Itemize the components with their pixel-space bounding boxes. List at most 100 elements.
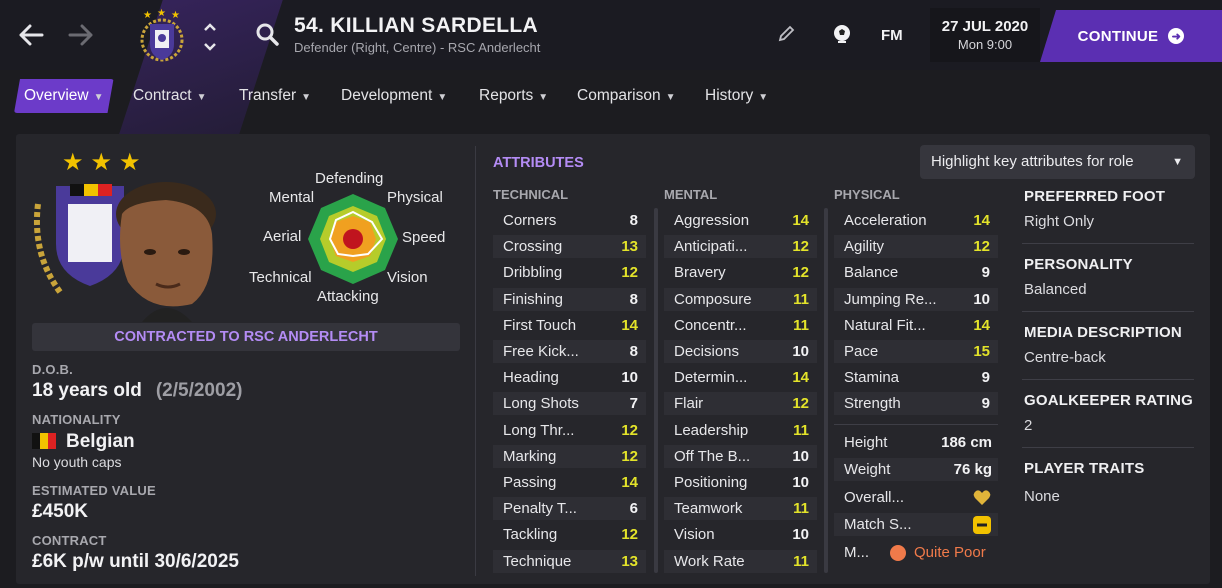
contract-value: £6K p/w until 30/6/2025: [32, 551, 239, 572]
forward-button[interactable]: [64, 18, 98, 52]
sharpness-icon: [973, 516, 991, 534]
attribute-row[interactable]: Tackling 12: [493, 523, 646, 546]
attribute-value: 12: [621, 264, 638, 282]
star-icon: ★: [90, 149, 113, 176]
edit-button[interactable]: [776, 24, 796, 49]
height-row: Height 186 cm: [834, 431, 998, 454]
attribute-row[interactable]: Flair 12: [664, 392, 817, 416]
club-badge[interactable]: ★ ★ ★: [133, 6, 191, 64]
attribute-row[interactable]: Aggression 14: [664, 209, 817, 232]
attribute-name: Strength: [844, 395, 901, 413]
attribute-name: Decisions: [674, 343, 740, 360]
fm-menu-button[interactable]: FM: [881, 27, 903, 44]
attribute-row[interactable]: Free Kick... 8: [493, 340, 646, 363]
search-button[interactable]: [255, 22, 281, 48]
attribute-row[interactable]: Composure 11: [664, 287, 817, 311]
game-status-button[interactable]: [830, 22, 854, 51]
svg-text:★: ★: [171, 10, 180, 21]
technical-scrollbar[interactable]: [654, 208, 658, 573]
attribute-name: Work Rate: [674, 552, 745, 570]
attribute-value: 9: [981, 369, 990, 387]
chevron-down-icon: ▼: [665, 92, 676, 103]
attribute-row[interactable]: Pace 15: [834, 340, 998, 363]
contract-label: CONTRACT: [32, 533, 107, 548]
attribute-row[interactable]: Acceleration 14: [834, 209, 998, 232]
attribute-row[interactable]: Work Rate 11: [664, 549, 817, 573]
back-button[interactable]: [14, 18, 48, 52]
panel-divider: [475, 146, 476, 576]
attribute-name: Off The B...: [674, 447, 751, 465]
attribute-row[interactable]: Long Shots 7: [493, 392, 646, 416]
overall-condition-row[interactable]: Overall...: [834, 486, 998, 509]
attribute-row[interactable]: Finishing 8: [493, 287, 646, 311]
attribute-row[interactable]: Vision 10: [664, 523, 817, 546]
radar-label-speed: Speed: [402, 229, 446, 246]
attribute-row[interactable]: Technique 13: [493, 549, 646, 573]
chevron-down-icon: ▼: [93, 92, 104, 103]
weight-value: 76 kg: [953, 461, 992, 478]
tab-development[interactable]: Development ▼: [331, 79, 457, 113]
tab-comparison[interactable]: Comparison ▼: [567, 79, 685, 113]
attribute-row[interactable]: Decisions 10: [664, 340, 817, 363]
attribute-row[interactable]: Jumping Re... 10: [834, 287, 998, 311]
attribute-value: 14: [621, 474, 638, 491]
attribute-value: 10: [792, 447, 809, 465]
attribute-row[interactable]: Concentr... 11: [664, 314, 817, 337]
attribute-row[interactable]: Long Thr... 12: [493, 419, 646, 442]
personality-label: PERSONALITY: [1024, 256, 1133, 273]
attribute-row[interactable]: Bravery 12: [664, 261, 817, 284]
tab-contract[interactable]: Contract ▼: [123, 79, 217, 113]
attribute-value: 10: [792, 526, 809, 544]
nationality-value[interactable]: Belgian: [32, 431, 135, 453]
chevron-up-down-icon: [204, 23, 216, 51]
morale-row[interactable]: M... Quite Poor: [834, 541, 998, 564]
tab-history[interactable]: History ▼: [695, 79, 778, 113]
attribute-name: Passing: [503, 474, 557, 491]
attribute-row[interactable]: Determin... 14: [664, 366, 817, 389]
contract-status-banner[interactable]: CONTRACTED TO RSC ANDERLECHT: [32, 323, 460, 351]
physical-header: PHYSICAL: [834, 187, 900, 202]
attribute-name: Flair: [674, 395, 704, 413]
player-switch-control[interactable]: [202, 20, 218, 54]
attribute-row[interactable]: Heading 10: [493, 366, 646, 389]
continue-button[interactable]: CONTINUE ➜: [1040, 10, 1222, 62]
attribute-row[interactable]: Stamina 9: [834, 366, 998, 389]
attribute-row[interactable]: Corners 8: [493, 209, 646, 232]
attribute-row[interactable]: Positioning 10: [664, 471, 817, 494]
player-portrait: [33, 182, 216, 322]
attribute-row[interactable]: First Touch 14: [493, 314, 646, 337]
attribute-name: Aggression: [674, 212, 750, 229]
attribute-row[interactable]: Strength 9: [834, 392, 998, 416]
attribute-row[interactable]: Dribbling 12: [493, 261, 646, 284]
weight-label: Weight: [844, 461, 891, 478]
match-sharpness-row[interactable]: Match S...: [834, 513, 998, 536]
mental-scrollbar[interactable]: [824, 208, 828, 573]
attribute-row[interactable]: Leadership 11: [664, 419, 817, 442]
attribute-row[interactable]: Natural Fit... 14: [834, 314, 998, 337]
attribute-value: 12: [792, 264, 809, 282]
attribute-row[interactable]: Balance 9: [834, 261, 998, 284]
tab-overview[interactable]: Overview ▼: [14, 79, 114, 113]
tab-reports[interactable]: Reports ▼: [469, 79, 558, 113]
tab-transfer[interactable]: Transfer ▼: [229, 79, 321, 113]
attribute-row[interactable]: Agility 12: [834, 235, 998, 259]
age-value: 18 years old: [32, 380, 142, 401]
star-icon: ★: [62, 149, 84, 176]
chevron-down-icon: ▼: [758, 92, 769, 103]
attribute-row[interactable]: Off The B... 10: [664, 444, 817, 468]
attribute-name: Long Thr...: [503, 421, 575, 439]
belgium-flag-icon: [32, 433, 56, 449]
attributes-title: ATTRIBUTES: [493, 155, 584, 171]
preferred-foot-label: PREFERRED FOOT: [1024, 188, 1166, 205]
highlight-role-dropdown[interactable]: Highlight key attributes for role ▼: [920, 145, 1195, 179]
attribute-row[interactable]: Passing 14: [493, 471, 646, 494]
attribute-row[interactable]: Penalty T... 6: [493, 497, 646, 521]
attribute-row[interactable]: Crossing 13: [493, 235, 646, 259]
arrow-right-icon: [68, 24, 93, 46]
attribute-row[interactable]: Anticipati... 12: [664, 235, 817, 259]
attribute-row[interactable]: Teamwork 11: [664, 497, 817, 521]
goalkeeper-rating-value: 2: [1024, 417, 1033, 434]
divider: [1022, 447, 1194, 448]
attribute-name: Tackling: [503, 526, 558, 544]
attribute-row[interactable]: Marking 12: [493, 444, 646, 468]
